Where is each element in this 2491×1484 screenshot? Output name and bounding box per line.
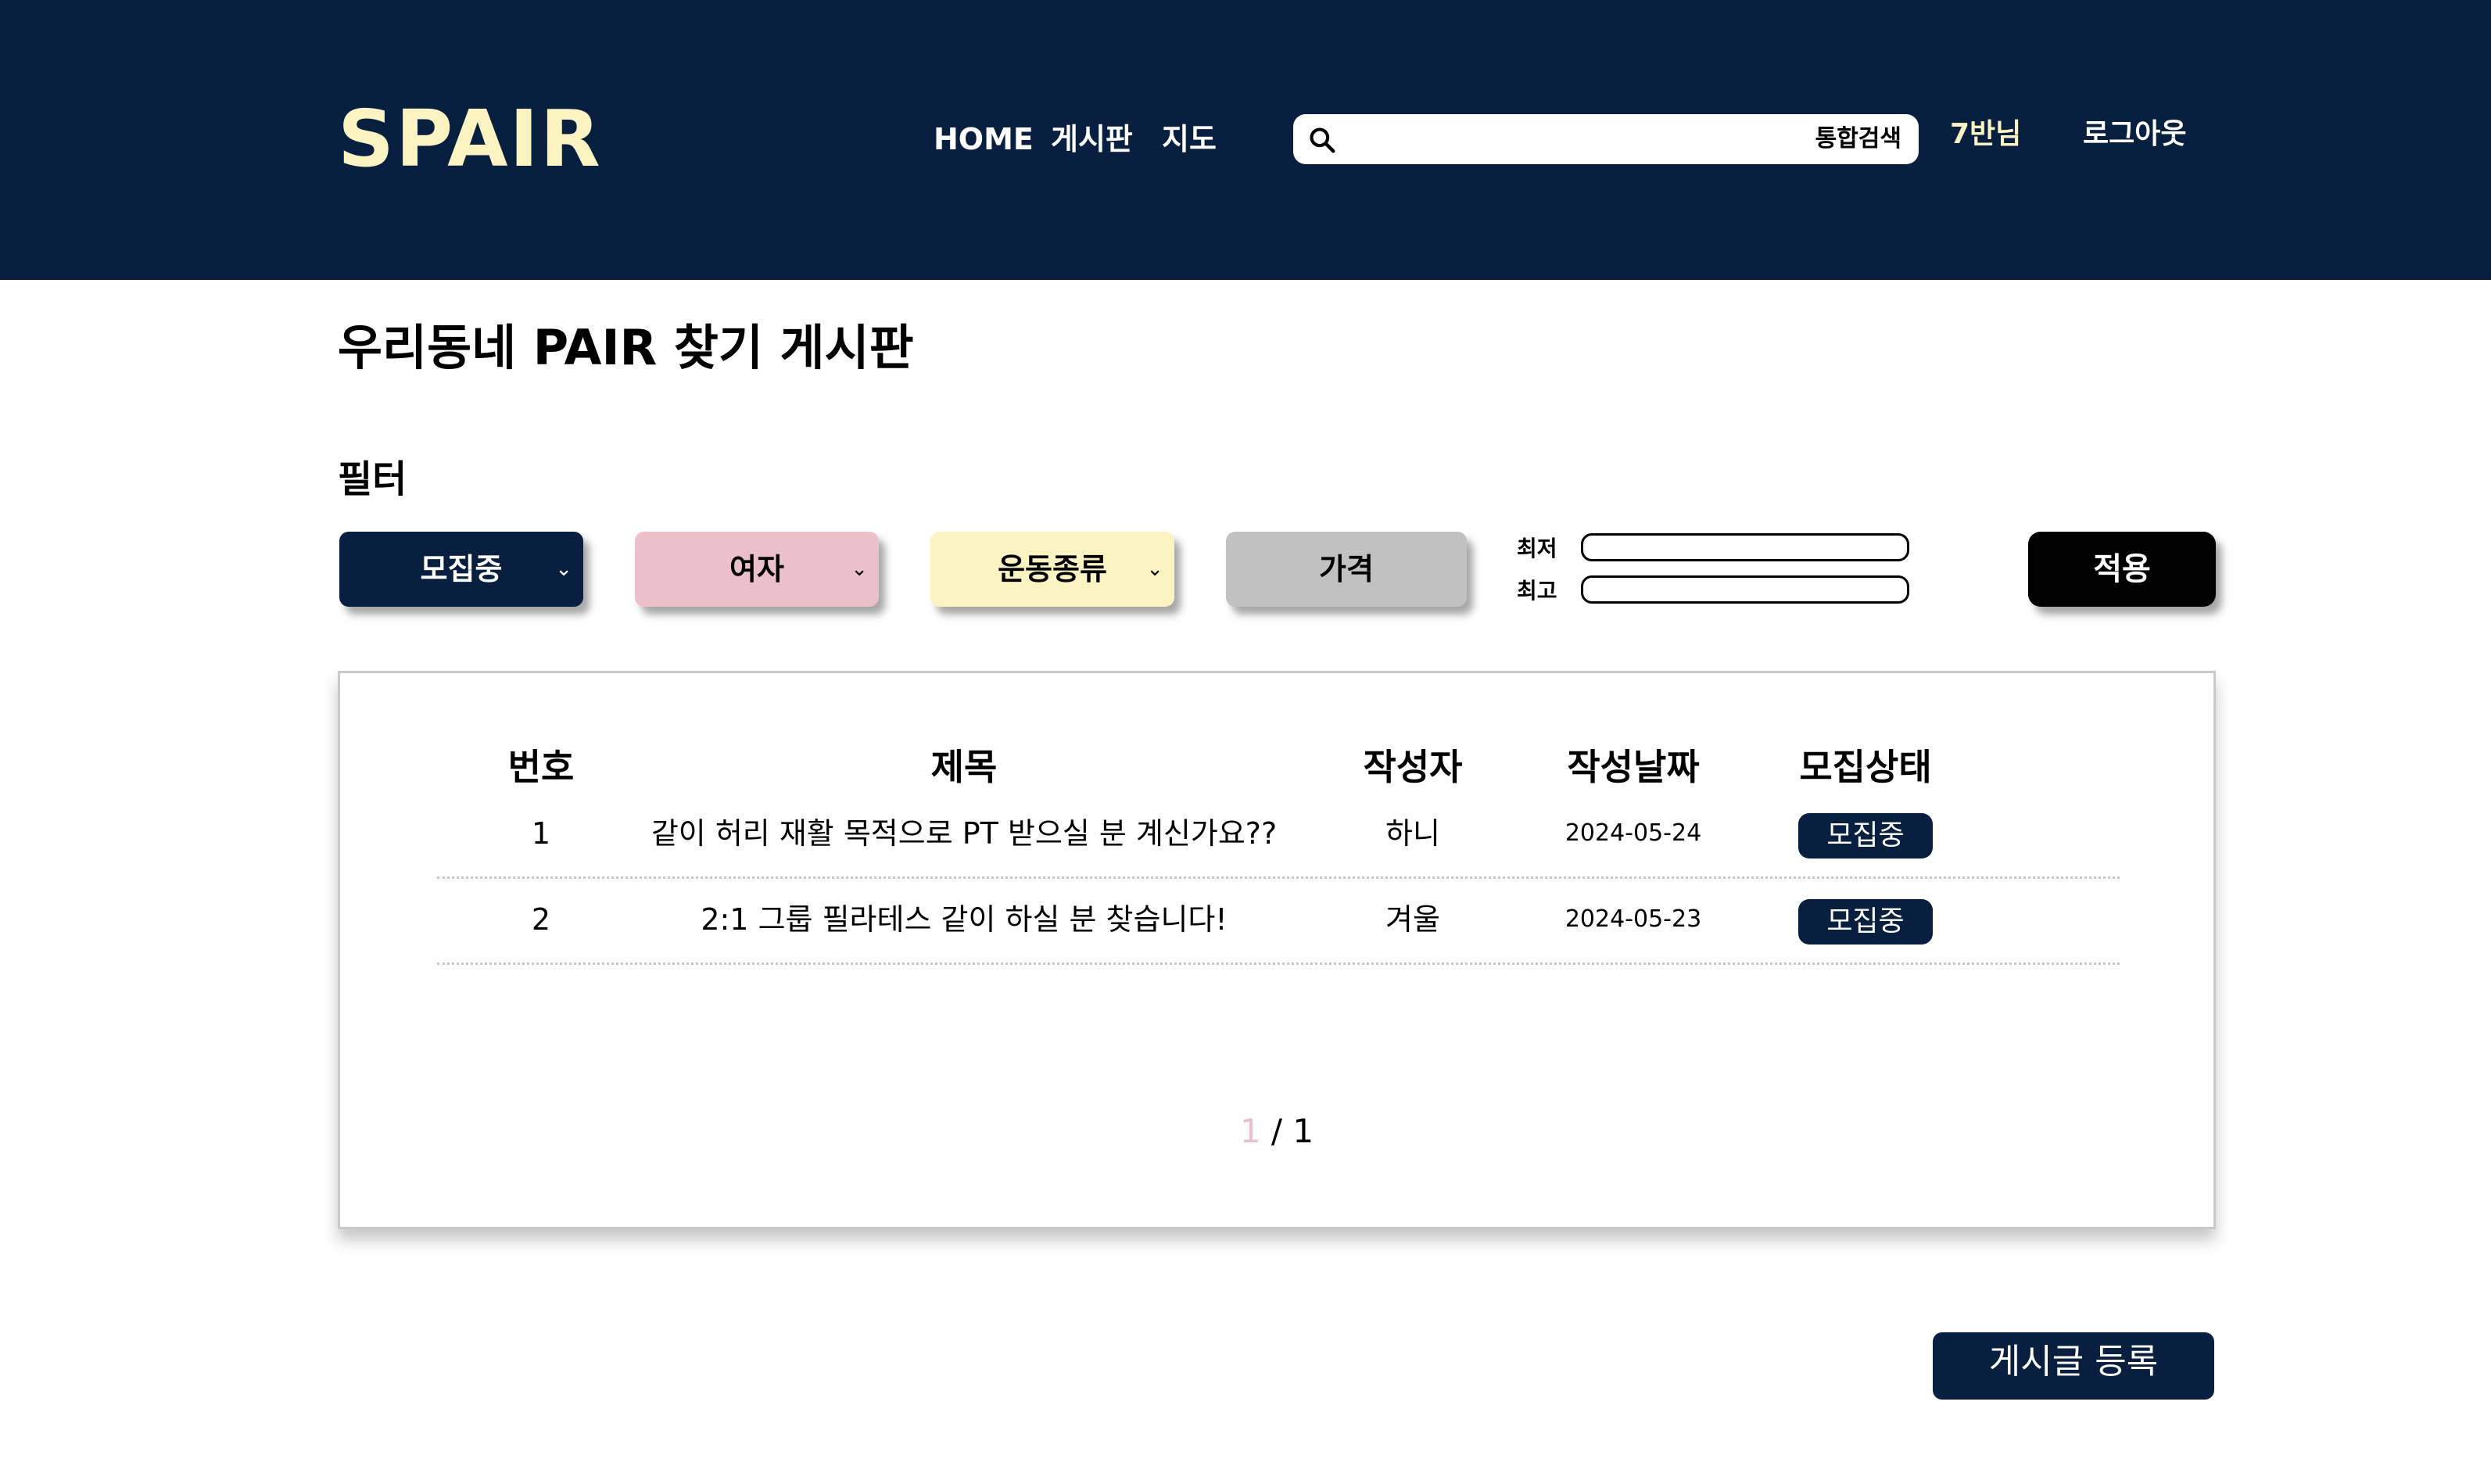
- status-filter-label: 모집중: [420, 552, 503, 586]
- page-separator: /: [1260, 1112, 1293, 1150]
- min-price-label: 최저: [1517, 536, 1557, 561]
- max-price-input[interactable]: [1581, 575, 1909, 604]
- current-page[interactable]: 1: [1240, 1112, 1261, 1150]
- row-number: 1: [531, 816, 551, 851]
- top-header: SPAIR HOME 게시판 지도 통합검색 7반님 로그아웃: [0, 0, 2491, 280]
- status-badge: 모집중: [1798, 812, 1933, 858]
- write-post-button[interactable]: 게시글 등록: [1933, 1332, 2214, 1400]
- header-author: 작성자: [1363, 746, 1463, 788]
- user-name[interactable]: 7반님: [1950, 113, 2021, 156]
- status-filter-dropdown[interactable]: 모집중 ⌄: [339, 532, 583, 607]
- row-title-link[interactable]: 2:1 그룹 필라테스 같이 하실 분 찾습니다!: [645, 876, 1283, 962]
- row-status: 모집중: [1791, 790, 1940, 876]
- row-title-link[interactable]: 같이 허리 재활 목적으로 PT 받으실 분 계신가요??: [645, 790, 1283, 876]
- price-filter-label: 가격: [1319, 552, 1374, 586]
- nav-board[interactable]: 게시판: [1051, 117, 1133, 161]
- pagination: 1 / 1: [340, 1108, 2213, 1155]
- search-input[interactable]: [1349, 114, 1744, 166]
- gender-filter-label: 여자: [729, 552, 784, 586]
- max-price-label: 최고: [1517, 578, 1557, 604]
- min-price-input[interactable]: [1581, 533, 1909, 561]
- table-row[interactable]: 2 2:1 그룹 필라테스 같이 하실 분 찾습니다! 겨울 2024-05-2…: [437, 876, 2120, 965]
- row-date: 2024-05-23: [1564, 905, 1702, 933]
- sport-filter-dropdown[interactable]: 운동종류 ⌄: [930, 532, 1174, 607]
- header-title: 제목: [930, 746, 998, 788]
- total-pages[interactable]: 1: [1292, 1112, 1314, 1150]
- row-author: 하니: [1385, 816, 1440, 851]
- price-filter-button[interactable]: 가격: [1226, 532, 1467, 607]
- search-label[interactable]: 통합검색: [1815, 114, 1901, 164]
- nav-home[interactable]: HOME: [934, 117, 1034, 161]
- status-badge: 모집중: [1798, 898, 1933, 945]
- nav-map[interactable]: 지도: [1162, 117, 1217, 161]
- logo[interactable]: SPAIR: [338, 92, 602, 186]
- row-number: 2: [531, 902, 551, 937]
- table-row[interactable]: 1 같이 허리 재활 목적으로 PT 받으실 분 계신가요?? 하니 2024-…: [437, 790, 2120, 879]
- filter-title: 필터: [338, 457, 407, 501]
- header-number: 번호: [507, 746, 575, 788]
- row-status: 모집중: [1791, 876, 1940, 962]
- gender-filter-dropdown[interactable]: 여자 ⌄: [635, 532, 879, 607]
- row-date: 2024-05-24: [1564, 819, 1702, 847]
- search-bar[interactable]: 통합검색: [1293, 114, 1919, 166]
- apply-button[interactable]: 적용: [2028, 532, 2216, 607]
- post-list-panel: 번호 제목 작성자 작성날짜 모집상태 1 같이 허리 재활 목적으로 PT 받…: [338, 671, 2216, 1229]
- chevron-down-icon: ⌄: [1146, 557, 1163, 581]
- search-icon[interactable]: [1307, 125, 1337, 155]
- row-author: 겨울: [1385, 902, 1440, 937]
- header-date: 작성날짜: [1567, 746, 1700, 788]
- chevron-down-icon: ⌄: [555, 557, 572, 581]
- header-status: 모집상태: [1799, 746, 1932, 788]
- chevron-down-icon: ⌄: [851, 557, 868, 581]
- page-title: 우리동네 PAIR 찾기 게시판: [338, 319, 914, 376]
- sport-filter-label: 운동종류: [998, 552, 1107, 586]
- logout-button[interactable]: 로그아웃: [2083, 113, 2186, 156]
